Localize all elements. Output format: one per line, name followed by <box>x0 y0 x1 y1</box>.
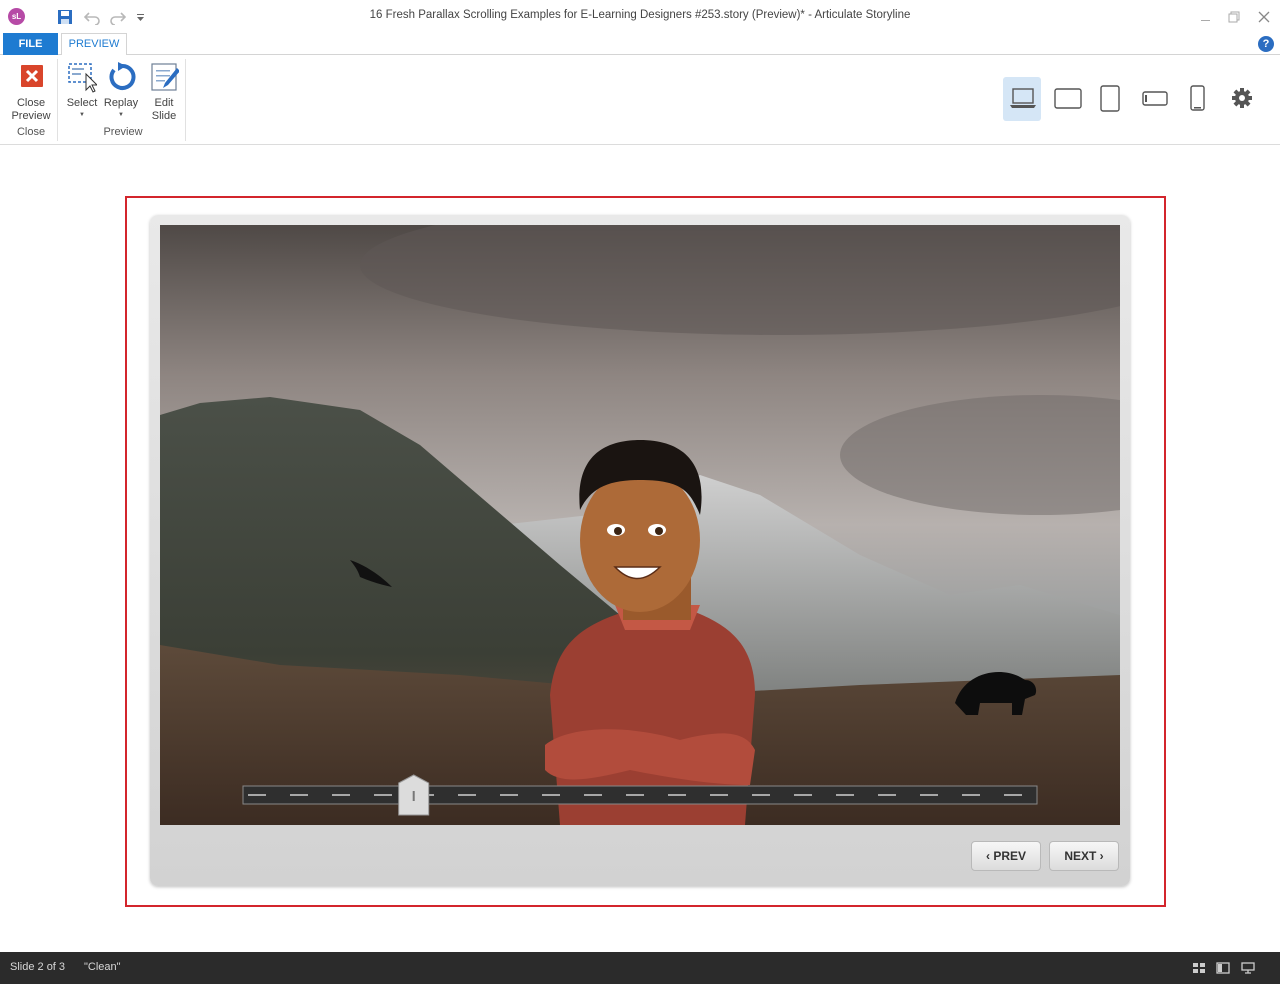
select-button[interactable]: Select ▼ <box>64 61 100 120</box>
edit-slide-label-2: Slide <box>151 110 177 122</box>
replay-button[interactable]: Replay ▼ <box>102 61 140 120</box>
next-button[interactable]: NEXT › <box>1049 841 1119 871</box>
ribbon: Close Preview Close Select ▼ Replay ▼ Ed… <box>0 55 1280 145</box>
timeline-slider-thumb[interactable] <box>398 774 430 816</box>
select-dropdown-icon[interactable]: ▼ <box>64 110 100 120</box>
group-separator <box>57 59 58 141</box>
device-phone-portrait-button[interactable] <box>1179 77 1217 121</box>
help-icon[interactable]: ? <box>1258 36 1274 52</box>
group-label-close: Close <box>16 126 46 138</box>
close-preview-label-2: Preview <box>11 110 51 122</box>
theme-name: "Clean" <box>84 961 121 973</box>
close-icon[interactable] <box>1256 9 1272 25</box>
window-title: 16 Fresh Parallax Scrolling Examples for… <box>369 9 911 21</box>
next-label: NEXT <box>1064 849 1097 863</box>
status-bar: Slide 2 of 3 "Clean" <box>0 952 1280 984</box>
replay-icon <box>109 62 136 90</box>
player-frame: ‹ PREV NEXT › <box>150 215 1130 886</box>
close-preview-label-1: Close <box>16 97 46 109</box>
phone-landscape-icon <box>1142 91 1168 106</box>
edit-slide-icon <box>151 63 179 91</box>
select-cursor-icon <box>68 63 97 93</box>
tab-file[interactable]: FILE <box>3 33 58 55</box>
device-phone-landscape-button[interactable] <box>1135 77 1173 121</box>
normal-view-icon[interactable] <box>1216 961 1230 975</box>
group-separator <box>185 59 186 141</box>
title-bar: sL 16 Fresh Parallax Scrolling Examples … <box>0 0 1280 33</box>
mountain-scene-image <box>160 225 1120 825</box>
timeline-slider-track[interactable] <box>242 785 1038 805</box>
phone-portrait-icon <box>1190 85 1205 111</box>
chevron-right-icon: › <box>1099 849 1104 863</box>
slide-counter: Slide 2 of 3 <box>10 961 66 973</box>
select-label: Select <box>66 97 98 109</box>
replay-dropdown-icon[interactable]: ▼ <box>102 110 140 120</box>
ribbon-tabs: FILE PREVIEW ? <box>0 33 1280 56</box>
chevron-left-icon: ‹ <box>985 849 990 863</box>
slide-sorter-icon[interactable] <box>1192 961 1206 975</box>
prev-button[interactable]: ‹ PREV <box>971 841 1041 871</box>
preview-stage: ‹ PREV NEXT › <box>125 196 1166 907</box>
restore-icon[interactable] <box>1226 9 1242 25</box>
minimize-icon[interactable] <box>1198 9 1214 25</box>
settings-gear-icon <box>1232 88 1252 108</box>
close-preview-icon <box>21 65 43 87</box>
preview-view-icon[interactable] <box>1241 961 1255 975</box>
device-laptop-button[interactable] <box>1003 77 1041 121</box>
settings-button[interactable] <box>1223 77 1261 121</box>
tablet-portrait-icon <box>1100 85 1120 112</box>
device-tablet-landscape-button[interactable] <box>1047 77 1085 121</box>
replay-label: Replay <box>103 97 139 109</box>
close-preview-button[interactable]: Close Preview <box>8 61 54 123</box>
tablet-landscape-icon <box>1054 88 1082 109</box>
edit-slide-label-1: Edit <box>154 97 174 109</box>
slide-canvas <box>160 225 1120 825</box>
tab-preview[interactable]: PREVIEW <box>61 33 127 56</box>
device-tablet-portrait-button[interactable] <box>1091 77 1129 121</box>
group-label-preview: Preview <box>103 126 143 138</box>
prev-label: PREV <box>993 849 1027 863</box>
edit-slide-button[interactable]: Edit Slide <box>146 61 182 123</box>
laptop-icon <box>1010 88 1036 108</box>
